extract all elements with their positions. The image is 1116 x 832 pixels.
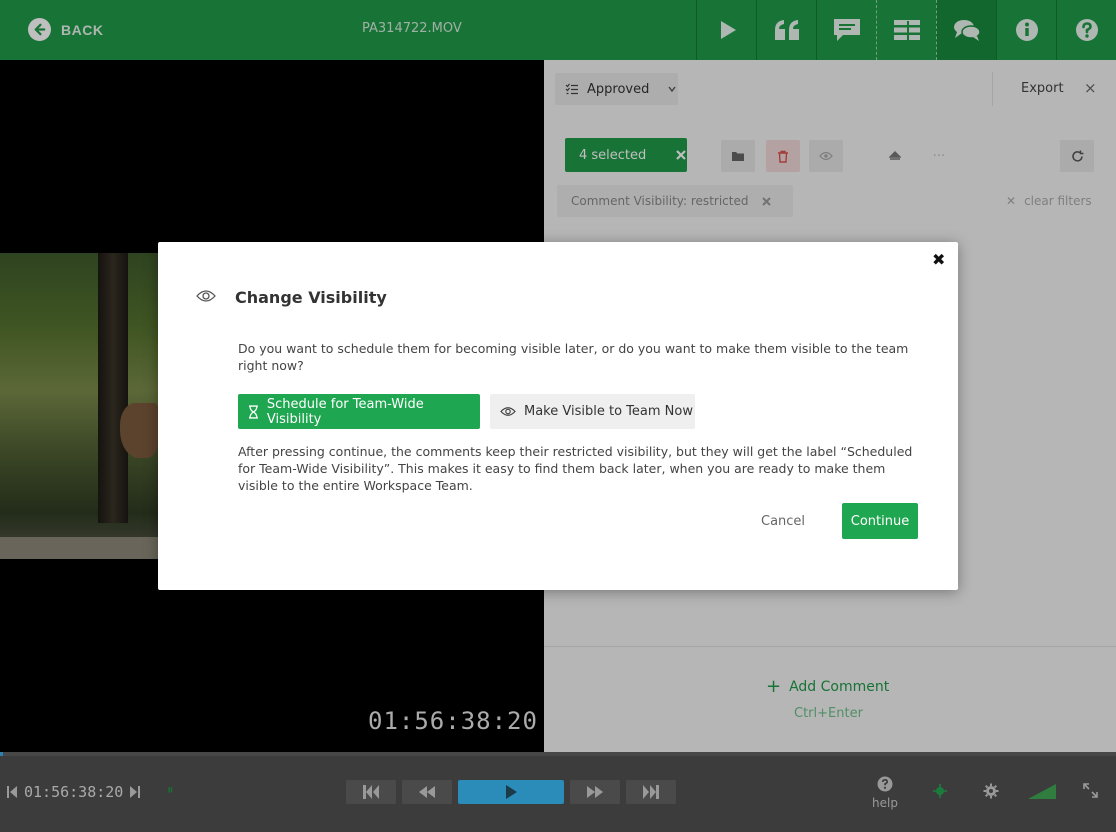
rewind-button[interactable] [402,780,452,804]
volume-icon [1028,784,1056,799]
dialog-info: After pressing continue, the comments ke… [238,444,913,493]
cancel-button[interactable]: Cancel [761,514,805,529]
fast-forward-button[interactable] [570,780,620,804]
settings-button[interactable] [983,783,999,803]
dialog-title: Change Visibility [235,288,387,307]
fullscreen-button[interactable] [1083,783,1098,802]
skip-to-end-button[interactable] [626,780,676,804]
eye-icon [196,290,216,302]
rewind-icon [419,786,435,798]
gear-icon [983,783,999,799]
dialog-question: Do you want to schedule them for becomin… [238,341,909,373]
fullscreen-icon [1083,783,1098,798]
playback-controls: 01:56:38:20 ⏸ help [0,752,1116,832]
timecode-display: 01:56:38:20 [6,783,141,801]
hourglass-icon [248,404,258,419]
skip-to-start-button[interactable] [346,780,396,804]
help-button[interactable]: help [872,776,898,810]
fast-forward-icon [587,786,603,798]
schedule-label: Schedule for Team-Wide Visibility [266,396,424,427]
continue-button[interactable]: Continue [842,503,918,539]
close-dialog-button[interactable]: ✖ [932,250,945,269]
help-label: help [872,796,898,810]
schedule-visibility-button[interactable]: Schedule for Team-Wide Visibility [238,394,480,429]
play-button[interactable] [458,780,564,804]
step-back-icon[interactable] [6,785,18,799]
eye-icon [500,407,516,416]
make-visible-now-button[interactable]: Make Visible to Team Now [490,394,695,429]
volume-slider[interactable] [1028,784,1056,803]
step-forward-icon[interactable] [129,785,141,799]
progress-bar[interactable] [0,752,1116,756]
skip-end-icon [643,785,659,799]
marker-button[interactable] [932,783,948,803]
help-icon [877,776,893,792]
play-icon [506,785,517,799]
skip-start-icon [363,785,379,799]
change-visibility-dialog: ✖ Change Visibility Do you want to sched… [158,242,958,590]
crosshair-icon [933,784,947,798]
current-timecode: 01:56:38:20 [24,783,124,801]
loop-indicator[interactable]: ⏸ [167,783,174,798]
visible-now-label: Make Visible to Team Now [524,404,693,419]
